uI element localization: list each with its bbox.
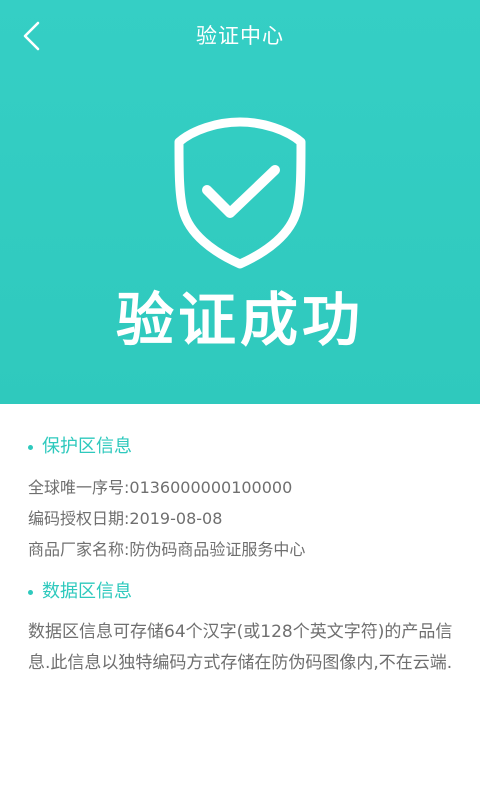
- top-bar: 验证中心: [0, 0, 480, 72]
- protect-section-title: 保护区信息: [28, 434, 454, 460]
- shield-check-icon: [165, 110, 315, 270]
- data-section: 数据区信息 数据区信息可存储64个汉字(或128个英文字符)的产品信息.此信息以…: [28, 579, 454, 679]
- data-section-title-text: 数据区信息: [42, 581, 132, 602]
- bullet-dot-icon: [28, 445, 33, 450]
- data-section-description: 数据区信息可存储64个汉字(或128个英文字符)的产品信息.此信息以独特编码方式…: [28, 622, 453, 673]
- manufacturer-line: 商品厂家名称:防伪码商品验证服务中心: [28, 540, 306, 559]
- protect-section-title-text: 保护区信息: [42, 436, 132, 457]
- verify-header: 验证中心 验证成功: [0, 0, 480, 404]
- data-section-title: 数据区信息: [28, 579, 454, 605]
- success-status-text: 验证成功: [115, 286, 364, 354]
- protect-section: 保护区信息 全球唯一序号:0136000000100000 编码授权日期:201…: [28, 434, 454, 565]
- bullet-dot-icon: [28, 590, 33, 595]
- serial-number-line: 全球唯一序号:0136000000100000: [28, 478, 293, 497]
- info-content: 保护区信息 全球唯一序号:0136000000100000 编码授权日期:201…: [0, 404, 480, 679]
- page-title: 验证中心: [196, 24, 284, 48]
- auth-date-line: 编码授权日期:2019-08-08: [28, 509, 223, 528]
